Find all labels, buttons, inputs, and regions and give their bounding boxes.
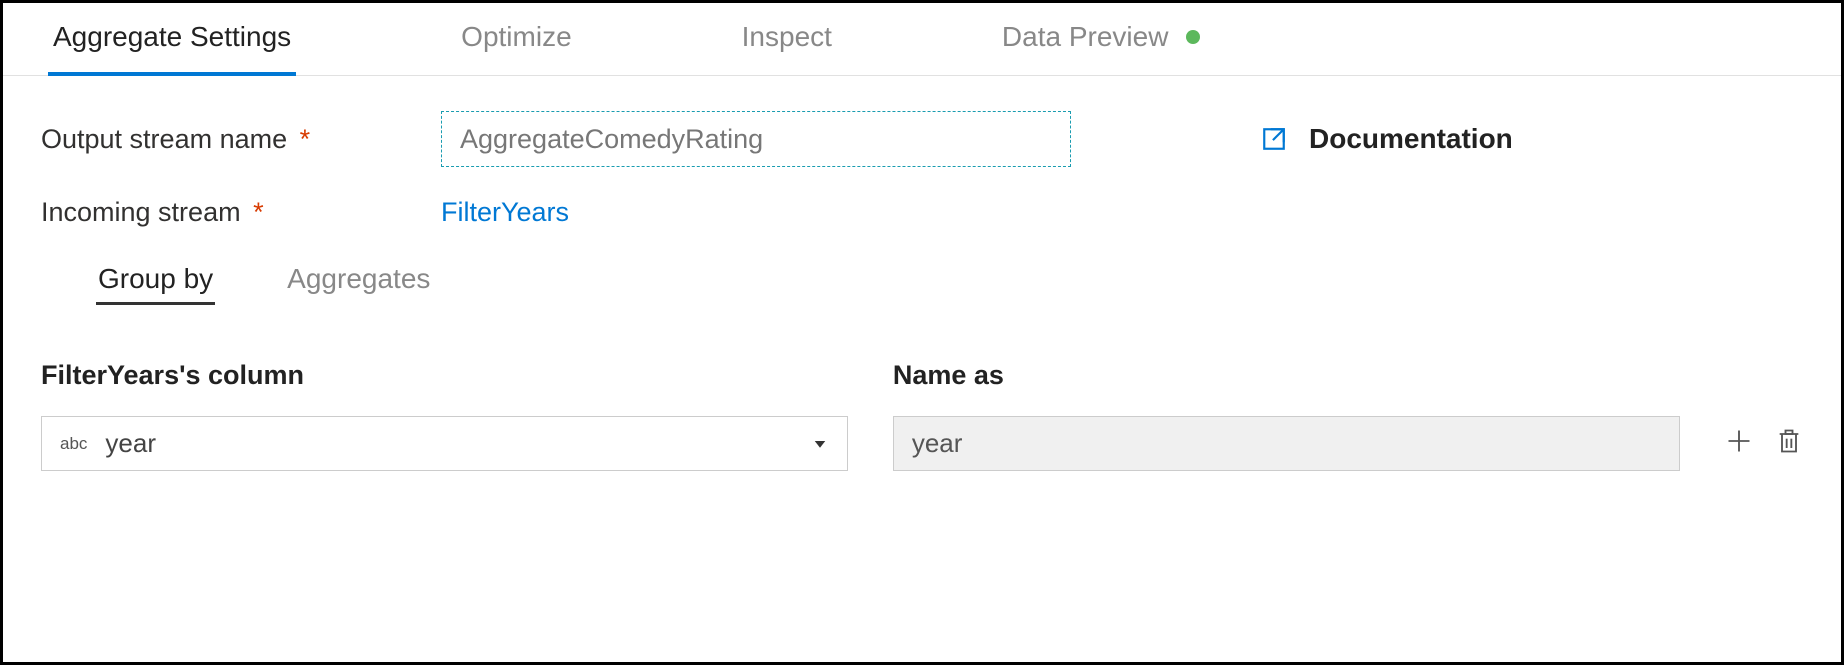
group-column-col: FilterYears's column abc year [41,360,848,471]
name-as-header: Name as [893,360,1680,391]
add-icon[interactable] [1725,427,1753,455]
sub-tabs: Group by Aggregates [96,258,1803,305]
tab-inspect[interactable]: Inspect [712,3,862,75]
group-column-value: year [105,428,156,459]
output-stream-label-text: Output stream name [41,124,287,154]
subtab-group-by[interactable]: Group by [96,258,215,305]
tab-aggregate-settings[interactable]: Aggregate Settings [23,3,321,75]
output-stream-row: Output stream name * Documentation [41,111,1803,167]
group-column-header: FilterYears's column [41,360,848,391]
tab-optimize[interactable]: Optimize [431,3,601,75]
settings-panel: Output stream name * Documentation Incom… [3,76,1841,506]
incoming-stream-label: Incoming stream * [41,197,441,228]
documentation-label: Documentation [1309,123,1513,155]
subtab-aggregates[interactable]: Aggregates [285,258,432,305]
incoming-stream-row: Incoming stream * FilterYears [41,197,1803,228]
required-asterisk: * [300,124,311,154]
delete-icon[interactable] [1775,427,1803,455]
abc-type-icon: abc [60,434,87,454]
status-dot-icon [1186,30,1200,44]
chevron-down-icon [811,435,829,453]
incoming-stream-link[interactable]: FilterYears [441,197,569,228]
name-as-input[interactable] [893,416,1680,471]
documentation-link[interactable]: Documentation [1261,123,1513,155]
required-asterisk: * [253,197,264,227]
output-stream-label: Output stream name * [41,124,441,155]
output-stream-input[interactable] [441,111,1071,167]
group-column-select[interactable]: abc year [41,416,848,471]
row-actions [1725,410,1803,471]
tab-data-preview-label: Data Preview [1002,21,1169,53]
external-link-icon [1261,126,1287,152]
incoming-stream-label-text: Incoming stream [41,197,241,227]
name-as-col: Name as [893,360,1680,471]
main-tabs: Aggregate Settings Optimize Inspect Data… [3,3,1841,76]
tab-data-preview[interactable]: Data Preview [972,3,1231,75]
group-by-section: FilterYears's column abc year Name as [41,360,1803,471]
